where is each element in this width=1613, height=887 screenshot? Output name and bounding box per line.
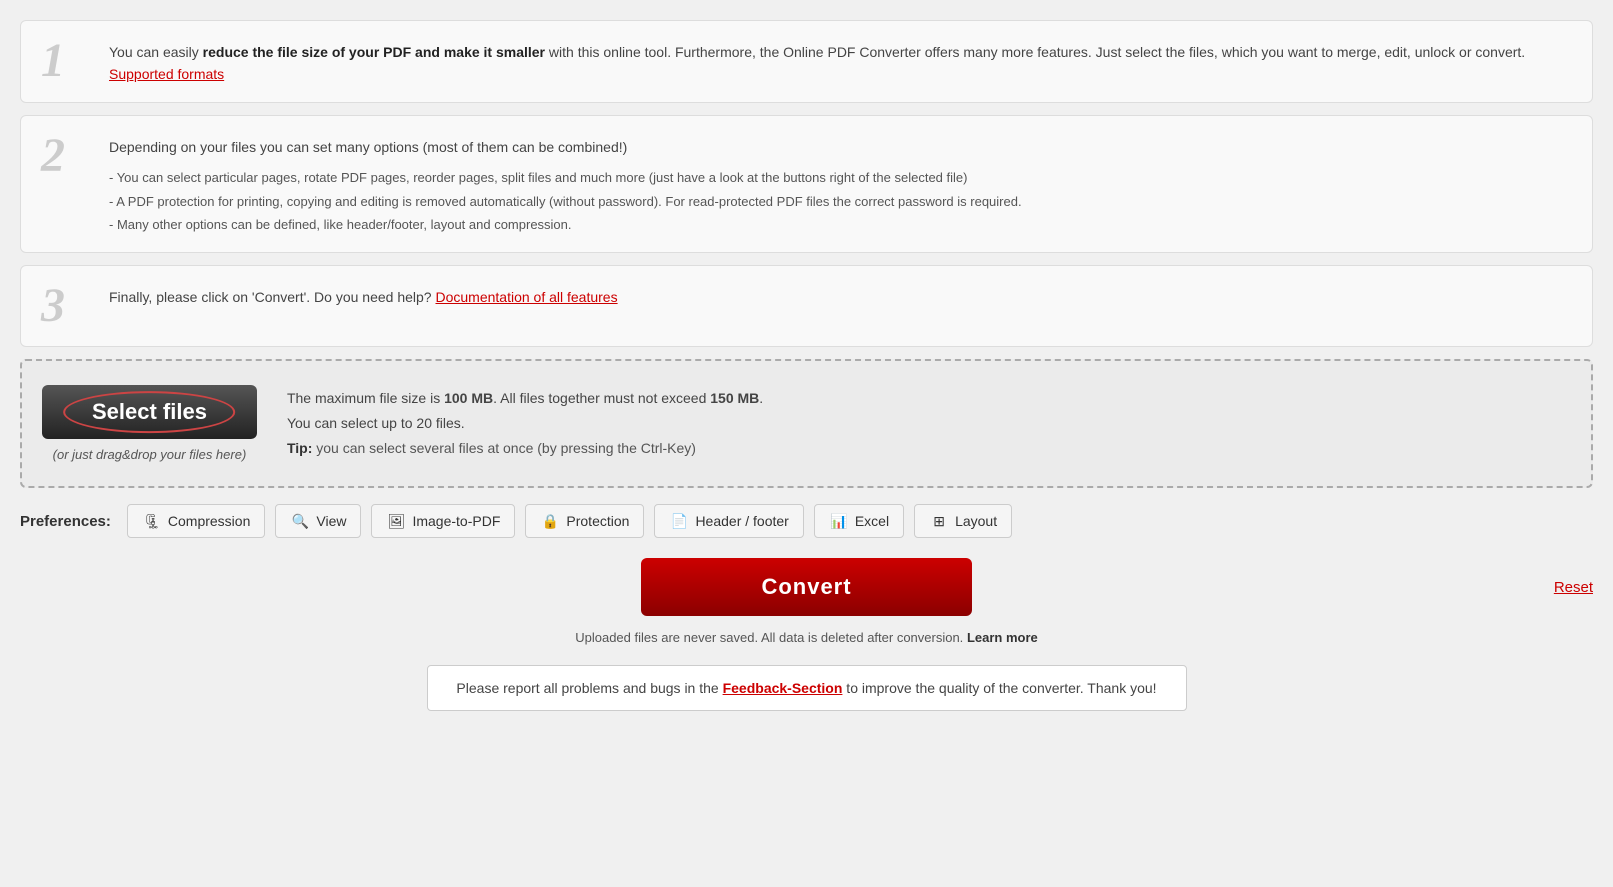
- step-3-number: 3: [41, 282, 93, 330]
- step-2-bullets: - You can select particular pages, rotat…: [109, 166, 1572, 236]
- documentation-link[interactable]: Documentation of all features: [435, 289, 617, 305]
- step-2-bullet-3: - Many other options can be defined, lik…: [109, 213, 1572, 236]
- pref-compression-label: Compression: [168, 513, 250, 529]
- drag-drop-text: (or just drag&drop your files here): [53, 447, 247, 462]
- step-2-content: Depending on your files you can set many…: [109, 132, 1572, 237]
- header-footer-icon: 📄: [669, 513, 689, 529]
- pref-header-footer-label: Header / footer: [695, 513, 788, 529]
- feedback-pre: Please report all problems and bugs in t…: [456, 680, 722, 696]
- pref-image-to-pdf-label: Image-to-PDF: [412, 513, 500, 529]
- feedback-post: to improve the quality of the converter.…: [842, 680, 1156, 696]
- convert-button[interactable]: Convert: [641, 558, 971, 616]
- step-2-box: 2 Depending on your files you can set ma…: [20, 115, 1593, 254]
- preferences-row: Preferences: 🗜 Compression 🔍 View 🖼 Imag…: [20, 504, 1593, 538]
- feedback-bar: Please report all problems and bugs in t…: [427, 665, 1187, 711]
- privacy-note: Uploaded files are never saved. All data…: [20, 630, 1593, 645]
- step-2-number: 2: [41, 132, 93, 180]
- pref-header-footer-button[interactable]: 📄 Header / footer: [654, 504, 803, 538]
- learn-more-link[interactable]: Learn more: [967, 630, 1038, 645]
- pref-protection-button[interactable]: 🔒 Protection: [525, 504, 644, 538]
- excel-icon: 📊: [829, 513, 849, 529]
- pref-view-label: View: [316, 513, 346, 529]
- select-files-label: Select files: [92, 399, 207, 424]
- feedback-section-link[interactable]: Feedback-Section: [723, 680, 843, 696]
- pref-excel-button[interactable]: 📊 Excel: [814, 504, 904, 538]
- protection-icon: 🔒: [540, 513, 560, 529]
- convert-row: Convert Reset: [20, 558, 1593, 616]
- step-3-box: 3 Finally, please click on 'Convert'. Do…: [20, 265, 1593, 347]
- select-files-wrap: Select files (or just drag&drop your fil…: [42, 385, 257, 462]
- upload-tip: Tip: you can select several files at onc…: [287, 436, 1571, 461]
- select-files-button[interactable]: Select files: [42, 385, 257, 439]
- step-3-content: Finally, please click on 'Convert'. Do y…: [109, 282, 1572, 308]
- pref-excel-label: Excel: [855, 513, 889, 529]
- compression-icon: 🗜: [142, 513, 162, 529]
- step-1-box: 1 You can easily reduce the file size of…: [20, 20, 1593, 103]
- layout-icon: ⊞: [929, 513, 949, 529]
- step-1-text: You can easily reduce the file size of y…: [109, 41, 1572, 86]
- pref-layout-button[interactable]: ⊞ Layout: [914, 504, 1012, 538]
- image-to-pdf-icon: 🖼: [386, 513, 406, 529]
- supported-formats-link[interactable]: Supported formats: [109, 66, 224, 82]
- privacy-text: Uploaded files are never saved. All data…: [575, 630, 963, 645]
- reset-link[interactable]: Reset: [1554, 579, 1593, 596]
- step-2-bullet-1: - You can select particular pages, rotat…: [109, 166, 1572, 189]
- pref-compression-button[interactable]: 🗜 Compression: [127, 504, 265, 538]
- pref-protection-label: Protection: [566, 513, 629, 529]
- step-2-bullet-2: - A PDF protection for printing, copying…: [109, 190, 1572, 213]
- convert-label: Convert: [761, 574, 851, 599]
- preferences-label: Preferences:: [20, 513, 111, 530]
- upload-info: The maximum file size is 100 MB. All fil…: [287, 386, 1571, 462]
- view-icon: 🔍: [290, 513, 310, 529]
- upload-area: Select files (or just drag&drop your fil…: [20, 359, 1593, 488]
- step-1-content: You can easily reduce the file size of y…: [109, 37, 1572, 86]
- step-3-text: Finally, please click on 'Convert'. Do y…: [109, 286, 1572, 308]
- pref-image-to-pdf-button[interactable]: 🖼 Image-to-PDF: [371, 504, 515, 538]
- upload-size-info: The maximum file size is 100 MB. All fil…: [287, 386, 1571, 436]
- pref-view-button[interactable]: 🔍 View: [275, 504, 361, 538]
- step-1-number: 1: [41, 37, 93, 85]
- pref-layout-label: Layout: [955, 513, 997, 529]
- step-2-main: Depending on your files you can set many…: [109, 136, 1572, 158]
- reset-label: Reset: [1554, 579, 1593, 596]
